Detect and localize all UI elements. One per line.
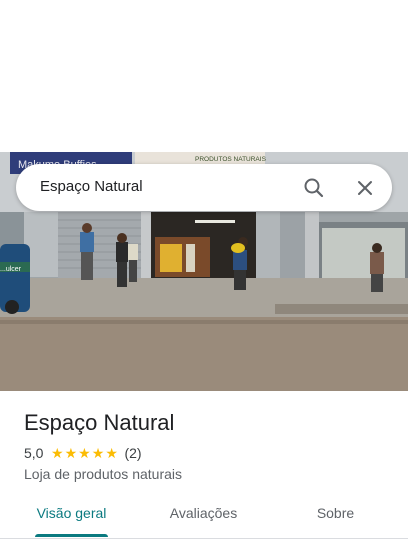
vehicle-text: ...ulcer xyxy=(0,266,22,273)
search-icon[interactable] xyxy=(301,175,327,201)
storefront-sign-right: PRODUTOS NATURAIS xyxy=(195,156,267,163)
tab-bar: Visão geral Avaliações Sobre xyxy=(0,494,408,539)
place-category: Loja de produtos naturais xyxy=(24,466,182,482)
close-icon[interactable] xyxy=(352,175,378,201)
rating-row[interactable]: 5,0 ★ ★ ★ ★ ★ (2) xyxy=(24,445,142,461)
star-icon: ★ xyxy=(78,445,91,461)
star-icon: ★ xyxy=(50,445,64,461)
rating-stars: ★ ★ ★ ★ ★ xyxy=(50,446,118,460)
tab-reviews[interactable]: Avaliações xyxy=(156,494,251,538)
place-title: Espaço Natural xyxy=(24,410,175,435)
rating-value: 5,0 xyxy=(24,445,44,461)
active-tab-indicator xyxy=(35,534,108,537)
tab-overview[interactable]: Visão geral xyxy=(24,494,119,538)
review-count[interactable]: (2) xyxy=(124,445,141,461)
star-icon: ★ xyxy=(105,445,118,461)
search-bar[interactable]: Espaço Natural xyxy=(16,164,392,211)
tab-about[interactable]: Sobre xyxy=(288,494,383,538)
star-icon: ★ xyxy=(64,445,78,461)
star-icon: ★ xyxy=(91,445,105,461)
search-input[interactable]: Espaço Natural xyxy=(40,178,143,195)
